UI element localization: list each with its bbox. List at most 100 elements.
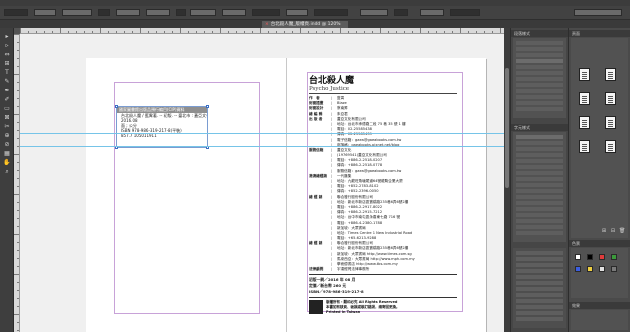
style-list-item[interactable] <box>516 281 563 285</box>
style-list-item[interactable] <box>516 53 563 57</box>
page-thumbnail[interactable] <box>579 140 590 153</box>
tool-icon[interactable]: ✒ <box>3 88 11 94</box>
style-list-item[interactable] <box>516 141 563 145</box>
scrollbar-thumb[interactable] <box>505 68 509 188</box>
effects-panel-tab[interactable]: 效果 <box>569 302 630 309</box>
tool-icon[interactable]: ⊕ <box>3 133 11 139</box>
shear-field[interactable] <box>222 9 246 16</box>
align-buttons[interactable] <box>450 9 480 16</box>
document-tab[interactable]: × 台北殺人魔_版權頁.indd @ 120% <box>262 21 348 28</box>
tool-icon[interactable]: ▭ <box>3 106 11 112</box>
ruler-guide[interactable] <box>20 133 504 134</box>
style-list-item[interactable] <box>516 189 563 193</box>
constrain-icon[interactable] <box>98 9 110 16</box>
style-list-item[interactable] <box>516 225 563 229</box>
reference-point-widget[interactable] <box>4 9 28 16</box>
tool-icon[interactable]: ⊞ <box>3 61 11 67</box>
page-thumbnail[interactable] <box>605 116 616 129</box>
style-list-item[interactable] <box>516 299 563 303</box>
style-list-item[interactable] <box>516 257 563 261</box>
page-size-icon[interactable]: ⊟ <box>610 228 616 234</box>
style-list-item[interactable] <box>516 165 563 169</box>
style-list-item[interactable] <box>516 213 563 217</box>
pasteboard[interactable]: 國家圖書館出版品預行編目(CIP)資料 台北殺人魔 / 藍霄著. -- 初版. … <box>20 34 504 332</box>
style-list-item[interactable] <box>516 147 563 151</box>
swatch[interactable] <box>587 254 593 260</box>
style-list-item[interactable] <box>516 231 563 235</box>
stroke-weight-field[interactable] <box>286 9 308 16</box>
style-list-item[interactable] <box>516 107 563 111</box>
ruler-guide[interactable] <box>20 146 504 147</box>
page-thumbnail[interactable] <box>605 140 616 153</box>
style-list-item[interactable] <box>516 101 563 105</box>
tool-icon[interactable]: T <box>3 70 11 76</box>
style-list-item[interactable] <box>516 71 563 75</box>
style-list-item[interactable] <box>516 207 563 211</box>
style-list-item[interactable] <box>516 77 563 81</box>
gap-field[interactable] <box>420 9 444 16</box>
cip-text-frame[interactable]: 國家圖書館出版品預行編目(CIP)資料 台北殺人魔 / 藍霄著. -- 初版. … <box>115 105 209 149</box>
frame-handle[interactable] <box>115 105 118 108</box>
page-thumbnail[interactable] <box>579 116 590 129</box>
style-list-item[interactable] <box>516 275 563 279</box>
tool-icon[interactable]: ⊘ <box>3 142 11 148</box>
swatch[interactable] <box>599 254 605 260</box>
style-list-item[interactable] <box>516 263 563 267</box>
close-tab-icon[interactable]: × <box>265 22 269 27</box>
tool-icon[interactable]: ⇔ <box>3 52 11 58</box>
tool-icon[interactable]: ✋ <box>3 160 11 166</box>
style-list-item[interactable] <box>516 59 563 63</box>
swatch[interactable] <box>611 254 617 260</box>
tool-icon[interactable]: ▸ <box>3 34 11 40</box>
style-list-item[interactable] <box>516 89 563 93</box>
style-list-item[interactable] <box>516 219 563 223</box>
style-list-item[interactable] <box>516 287 563 291</box>
pages-panel-tab[interactable]: 頁面 <box>569 30 630 37</box>
style-list-item[interactable] <box>516 153 563 157</box>
page-thumbnail[interactable] <box>605 68 616 81</box>
tool-icon[interactable]: ✂ <box>3 124 11 130</box>
swatch[interactable] <box>575 266 581 272</box>
style-list-item[interactable] <box>516 171 563 175</box>
tool-icon[interactable]: ▦ <box>3 151 11 157</box>
style-list-item[interactable] <box>516 311 563 315</box>
tool-icon[interactable]: ✐ <box>3 97 11 103</box>
delete-page-icon[interactable]: 🗑 <box>619 228 625 234</box>
stroke-type-select[interactable] <box>314 9 348 16</box>
style-list-item[interactable] <box>516 135 563 139</box>
style-list-item[interactable] <box>516 47 563 51</box>
fill-stroke-widget[interactable] <box>252 9 280 16</box>
style-list-item[interactable] <box>516 293 563 297</box>
character-styles-tab[interactable]: 字元樣式 <box>511 124 568 131</box>
swatch[interactable] <box>599 266 605 272</box>
style-list-item[interactable] <box>516 183 563 187</box>
scale-y-field[interactable] <box>146 9 170 16</box>
paragraph-styles-tab[interactable]: 段落樣式 <box>511 30 568 37</box>
style-list-item[interactable] <box>516 251 563 255</box>
page-thumbnail[interactable] <box>579 68 590 81</box>
style-list-item[interactable] <box>516 201 563 205</box>
style-list-item[interactable] <box>516 317 563 321</box>
frame-handle[interactable] <box>206 105 209 108</box>
effects-icon[interactable] <box>394 9 408 16</box>
style-list-item[interactable] <box>516 41 563 45</box>
new-page-icon[interactable]: ⊞ <box>601 228 607 234</box>
style-list-item[interactable] <box>516 159 563 163</box>
page-thumbnail[interactable] <box>605 92 616 105</box>
workspace-switcher[interactable] <box>574 9 622 16</box>
width-field[interactable] <box>62 9 92 16</box>
tool-icon[interactable]: ⌕ <box>3 169 11 175</box>
scale-x-field[interactable] <box>116 9 140 16</box>
style-list-item[interactable] <box>516 177 563 181</box>
tool-icon[interactable]: ✎ <box>3 79 11 85</box>
tool-icon[interactable]: ⊠ <box>3 115 11 121</box>
style-list-item[interactable] <box>516 65 563 69</box>
swatches-panel-tab[interactable]: 色票 <box>569 240 630 247</box>
swatch[interactable] <box>611 266 617 272</box>
tool-icon[interactable]: ▹ <box>3 43 11 49</box>
style-list-item[interactable] <box>516 195 563 199</box>
credits-text-frame[interactable]: 台北殺人魔 Psycho Justice 作 者 | 藍霄 封面插畫 | Blaze 封面設… <box>309 76 457 316</box>
page-thumbnail[interactable] <box>579 92 590 105</box>
style-list-item[interactable] <box>516 269 563 273</box>
style-list-item[interactable] <box>516 305 563 309</box>
